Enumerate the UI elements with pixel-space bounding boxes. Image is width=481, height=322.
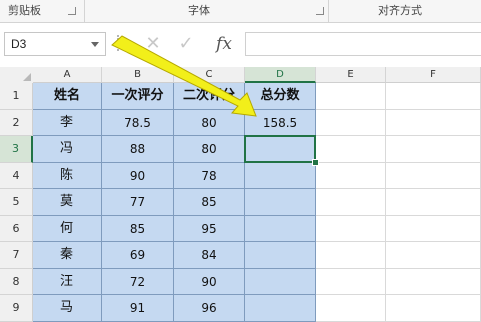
ribbon-group-font: 字体: [84, 0, 329, 22]
ribbon-group-labels: 剪贴板 字体 对齐方式: [0, 0, 481, 23]
cell-b5[interactable]: 77: [102, 189, 174, 216]
cell-e7[interactable]: [316, 242, 386, 269]
enter-icon[interactable]: ✓: [175, 33, 197, 55]
row-header-1[interactable]: 1: [0, 83, 33, 110]
formula-input[interactable]: [245, 32, 481, 56]
cell-c7[interactable]: 84: [174, 242, 245, 269]
column-header-b[interactable]: B: [102, 67, 174, 83]
name-box-value: D3: [11, 37, 27, 51]
cell-a8[interactable]: 汪: [33, 268, 102, 295]
cell-c8[interactable]: 90: [174, 268, 245, 295]
cell-a7[interactable]: 秦: [33, 242, 102, 269]
ribbon-font-label: 字体: [188, 4, 210, 17]
cell-e8[interactable]: [316, 268, 386, 295]
font-launcher-icon[interactable]: [316, 7, 324, 15]
formula-bar: D3 ✕ ✓ fx: [0, 23, 481, 68]
cell-b3[interactable]: 88: [102, 136, 174, 163]
cell-a5[interactable]: 莫: [33, 189, 102, 216]
cell-e3[interactable]: [316, 136, 386, 163]
cell-d9[interactable]: [245, 295, 316, 322]
cell-f4[interactable]: [386, 162, 481, 189]
cell-b4[interactable]: 90: [102, 162, 174, 189]
cell-e6[interactable]: [316, 215, 386, 242]
row-header-3[interactable]: 3: [0, 136, 33, 163]
cell-e2[interactable]: [316, 109, 386, 136]
cell-d5[interactable]: [245, 189, 316, 216]
cell-a1[interactable]: 姓名: [33, 83, 102, 110]
cell-d8[interactable]: [245, 268, 316, 295]
row-header-6[interactable]: 6: [0, 215, 33, 242]
cell-a3[interactable]: 冯: [33, 136, 102, 163]
row-header-7[interactable]: 7: [0, 242, 33, 269]
ribbon-group-clipboard: 剪贴板: [0, 0, 85, 22]
name-box[interactable]: D3: [4, 32, 106, 56]
cell-b1[interactable]: 一次评分: [102, 83, 174, 110]
cell-a4[interactable]: 陈: [33, 162, 102, 189]
cell-a2[interactable]: 李: [33, 109, 102, 136]
cell-f1[interactable]: [386, 83, 481, 110]
cell-c2[interactable]: 80: [174, 109, 245, 136]
row-header-4[interactable]: 4: [0, 162, 33, 189]
ribbon-group-alignment: 对齐方式: [328, 0, 481, 22]
ribbon-clipboard-label: 剪贴板: [8, 4, 41, 17]
cell-b6[interactable]: 85: [102, 215, 174, 242]
cell-f8[interactable]: [386, 268, 481, 295]
cell-c6[interactable]: 95: [174, 215, 245, 242]
cell-f6[interactable]: [386, 215, 481, 242]
row-header-5[interactable]: 5: [0, 189, 33, 216]
cell-c9[interactable]: 96: [174, 295, 245, 322]
row-header-2[interactable]: 2: [0, 109, 33, 136]
cell-d2[interactable]: 158.5: [245, 109, 316, 136]
cell-f3[interactable]: [386, 136, 481, 163]
insert-function-icon[interactable]: fx: [213, 33, 235, 55]
cell-d6[interactable]: [245, 215, 316, 242]
cell-c5[interactable]: 85: [174, 189, 245, 216]
column-header-e[interactable]: E: [316, 67, 386, 83]
cell-c1[interactable]: 二次评分: [174, 83, 245, 110]
worksheet-grid: ABCDEF 123456789 姓名 一次评分 二次评分 总分数李 78.5 80 158…: [0, 67, 481, 322]
column-header-c[interactable]: C: [174, 67, 245, 83]
clipboard-launcher-icon[interactable]: [68, 7, 76, 15]
cell-b8[interactable]: 72: [102, 268, 174, 295]
cell-b7[interactable]: 69: [102, 242, 174, 269]
cell-d3[interactable]: [245, 136, 316, 163]
cell-e5[interactable]: [316, 189, 386, 216]
cell-b9[interactable]: 91: [102, 295, 174, 322]
cell-c3[interactable]: 80: [174, 136, 245, 163]
chevron-down-icon[interactable]: [91, 42, 99, 47]
cell-d1[interactable]: 总分数: [245, 83, 316, 110]
cell-a9[interactable]: 马: [33, 295, 102, 322]
cell-d4[interactable]: [245, 162, 316, 189]
select-all-corner[interactable]: [0, 67, 34, 84]
row-header-8[interactable]: 8: [0, 268, 33, 295]
cancel-icon[interactable]: ✕: [142, 33, 164, 55]
cell-f5[interactable]: [386, 189, 481, 216]
cell-b2[interactable]: 78.5: [102, 109, 174, 136]
cell-d7[interactable]: [245, 242, 316, 269]
row-header-9[interactable]: 9: [0, 295, 33, 322]
fill-handle[interactable]: [312, 158, 319, 166]
cell-f7[interactable]: [386, 242, 481, 269]
cell-a6[interactable]: 何: [33, 215, 102, 242]
cell-c4[interactable]: 78: [174, 162, 245, 189]
select-all-icon: [23, 73, 31, 81]
column-header-f[interactable]: F: [386, 67, 481, 83]
ribbon-alignment-label: 对齐方式: [378, 4, 422, 17]
column-header-d[interactable]: D: [245, 67, 316, 83]
cell-e4[interactable]: [316, 162, 386, 189]
cell-f9[interactable]: [386, 295, 481, 322]
formula-bar-grip[interactable]: [117, 35, 122, 51]
column-header-a[interactable]: A: [33, 67, 102, 83]
cell-e9[interactable]: [316, 295, 386, 322]
cell-f2[interactable]: [386, 109, 481, 136]
cell-e1[interactable]: [316, 83, 386, 110]
